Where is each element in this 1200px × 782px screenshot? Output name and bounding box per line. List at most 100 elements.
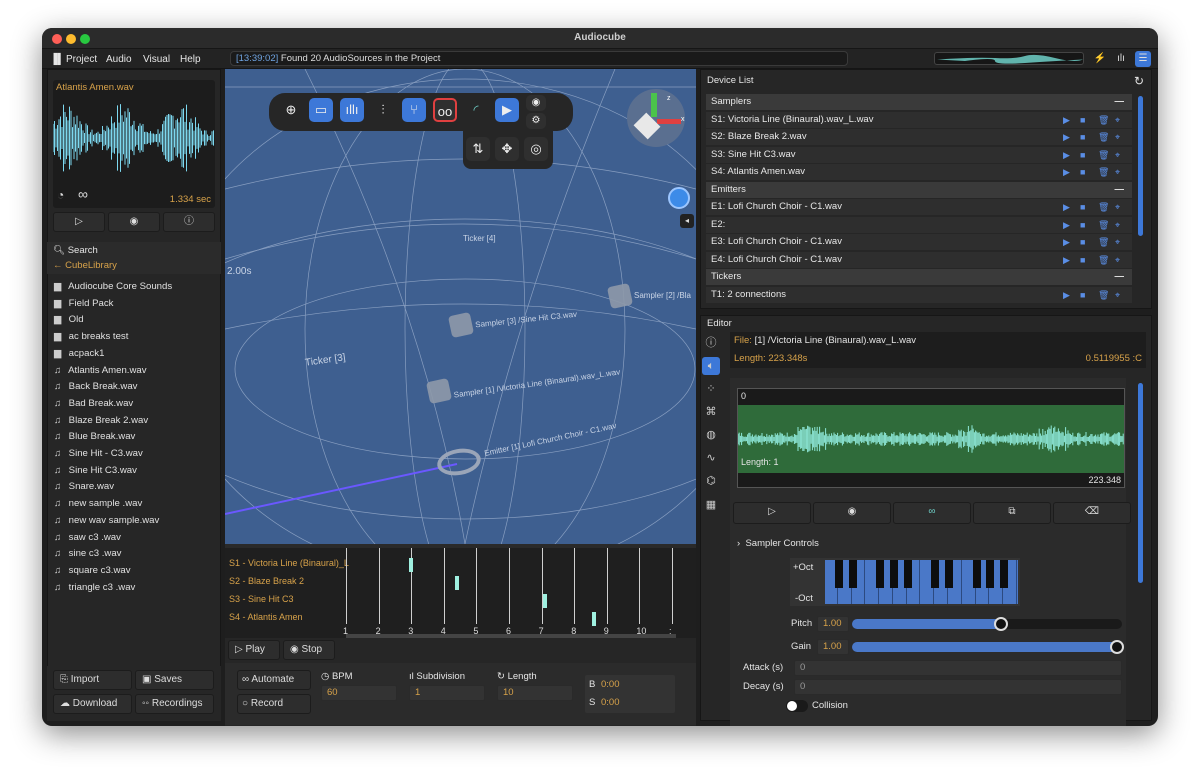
- download-button[interactable]: ☁ Download: [53, 694, 132, 714]
- play-icon[interactable]: ▶: [1063, 252, 1070, 268]
- library-file[interactable]: ♫ Bad Break.wav: [54, 398, 133, 414]
- antenna-icon[interactable]: ⌬: [702, 472, 720, 490]
- piano-black-key[interactable]: [834, 560, 843, 588]
- track-label-3[interactable]: S3 - Sine Hit C3: [229, 594, 294, 604]
- locate-icon[interactable]: ⌖: [1115, 112, 1120, 128]
- saves-button[interactable]: ▣ Saves: [135, 670, 214, 690]
- device-row[interactable]: T1: 2 connections ▶ ■ 🗑︎ ⌖: [706, 286, 1132, 303]
- device-row[interactable]: S4: Atlantis Amen.wav ▶ ■ 🗑︎ ⌖: [706, 164, 1132, 180]
- length-input[interactable]: 10: [497, 685, 573, 701]
- trash-icon[interactable]: 🗑︎: [1098, 199, 1109, 215]
- library-folder[interactable]: ▆ ac breaks test: [54, 331, 128, 347]
- octave-down-button[interactable]: -Oct: [795, 593, 813, 604]
- stop-icon[interactable]: ■: [1080, 112, 1085, 128]
- stop-icon[interactable]: ■: [1080, 199, 1085, 215]
- locate-icon[interactable]: ⌖: [1115, 164, 1120, 180]
- power-icon[interactable]: ⚡: [1092, 51, 1108, 67]
- piano-black-key[interactable]: [972, 560, 981, 588]
- network-icon[interactable]: ⑂: [402, 98, 426, 122]
- library-file[interactable]: ♫ Atlantis Amen.wav: [54, 365, 147, 381]
- menu-project[interactable]: Project: [66, 54, 97, 65]
- gain-slider-thumb[interactable]: [1109, 640, 1124, 654]
- collapse-minus-icon[interactable]: —: [1115, 182, 1125, 198]
- collapse-icon[interactable]: ◂: [680, 214, 694, 228]
- refresh-icon[interactable]: ↻: [1134, 74, 1144, 88]
- device-group-header[interactable]: Samplers —: [706, 94, 1132, 110]
- piano-black-key[interactable]: [1000, 560, 1009, 588]
- stop-icon[interactable]: ■: [1080, 147, 1085, 163]
- device-row[interactable]: E3: Lofi Church Choir - C1.wav ▶ ■ 🗑︎ ⌖: [706, 234, 1132, 250]
- search-field[interactable]: 🔍︎ Search: [53, 245, 98, 256]
- trash-icon[interactable]: 🗑︎: [1098, 112, 1109, 128]
- attack-input[interactable]: 0: [794, 660, 1122, 676]
- trash-icon[interactable]: 🗑︎: [1098, 287, 1109, 303]
- sequencer-note[interactable]: [454, 576, 459, 590]
- sequencer-note[interactable]: [542, 594, 547, 608]
- trash-icon[interactable]: 🗑︎: [1098, 164, 1109, 180]
- library-file[interactable]: ♫ Back Break.wav: [54, 381, 137, 397]
- locate-icon[interactable]: ⌖: [1115, 147, 1120, 163]
- locate-icon[interactable]: ⌖: [1115, 252, 1120, 268]
- device-group-header[interactable]: Tickers —: [706, 269, 1132, 285]
- import-button[interactable]: ⎘ Import: [53, 670, 132, 690]
- preview-stop-button[interactable]: ◉: [108, 212, 160, 232]
- audio-bars-icon[interactable]: ılı: [1113, 51, 1129, 67]
- device-row[interactable]: S1: Victoria Line (Binaural).wav_L.wav ▶ ■…: [706, 111, 1132, 128]
- editor-play-button[interactable]: ▷: [733, 502, 811, 524]
- sampler-3-cube[interactable]: [447, 311, 475, 339]
- track-label-2[interactable]: S2 - Blaze Break 2: [229, 576, 304, 586]
- trash-icon[interactable]: 🗑︎: [1098, 129, 1109, 145]
- play-icon[interactable]: ▶: [1063, 287, 1070, 303]
- stop-button[interactable]: ◉ Stop: [283, 640, 335, 660]
- loop-icon[interactable]: ∞: [78, 186, 88, 202]
- trash-icon[interactable]: 🗑︎: [1098, 217, 1109, 233]
- editor-copy-button[interactable]: ⧉: [973, 502, 1051, 524]
- pitch-slider-thumb[interactable]: [993, 617, 1008, 631]
- piano-black-key[interactable]: [986, 560, 995, 588]
- sequencer-grid[interactable]: 1 2 3 4 5 6 7 8 9 10:: [343, 548, 676, 638]
- subdivision-select[interactable]: 1: [409, 685, 485, 701]
- menu-visual[interactable]: Visual: [143, 54, 170, 65]
- library-file[interactable]: ♫ Sine Hit - C3.wav: [54, 448, 143, 464]
- piano-black-key[interactable]: [945, 560, 954, 588]
- camera-icon[interactable]: ▶: [495, 98, 519, 122]
- library-file[interactable]: ♫ triangle c3 .wav: [54, 582, 135, 598]
- menu-audio[interactable]: Audio: [106, 54, 132, 65]
- track-label-1[interactable]: S1 - Victoria Line (Binaural)_L: [229, 558, 349, 568]
- menu-list-icon[interactable]: ☰: [1135, 51, 1151, 67]
- play-icon[interactable]: ▶: [1063, 199, 1070, 215]
- gear-icon[interactable]: ⚙: [526, 113, 546, 129]
- vertical-arrows-icon[interactable]: ⇅: [466, 137, 490, 161]
- library-file[interactable]: ♫ square c3.wav: [54, 565, 131, 581]
- locate-icon[interactable]: ⌖: [1115, 234, 1120, 250]
- stop-icon[interactable]: ■: [1080, 164, 1085, 180]
- 3d-viewport[interactable]: Ticker [4] 2.00s Ticker [3] Sampler [2] …: [225, 69, 696, 544]
- library-file[interactable]: ♫ sine c3 .wav: [54, 548, 121, 564]
- record-tape-icon[interactable]: oo: [433, 98, 457, 122]
- library-folder[interactable]: ▆ acpack1: [54, 348, 104, 364]
- track-label-4[interactable]: S4 - Atlantis Amen: [229, 612, 303, 622]
- sequencer-note[interactable]: [409, 558, 414, 572]
- library-back-link[interactable]: ← CubeLibrary: [53, 260, 117, 271]
- stop-icon[interactable]: ■: [1080, 217, 1085, 233]
- library-file[interactable]: ♫ Sine Hit C3.wav: [54, 465, 137, 481]
- scatter-icon[interactable]: ⁘: [702, 380, 720, 398]
- pitch-slider[interactable]: [852, 617, 1122, 631]
- collapse-minus-icon[interactable]: —: [1115, 269, 1125, 285]
- target-icon[interactable]: ◉: [526, 95, 546, 111]
- play-button[interactable]: ▷ Play: [228, 640, 280, 660]
- editor-scrollbar[interactable]: [1138, 383, 1143, 583]
- editor-loop-button[interactable]: ∞: [893, 502, 971, 524]
- automate-button[interactable]: ∞ Automate: [237, 670, 311, 690]
- speaker-icon[interactable]: 🔈︎: [702, 357, 720, 375]
- piano-black-key[interactable]: [848, 560, 857, 588]
- play-icon[interactable]: ▶: [1063, 112, 1070, 128]
- editor-stop-button[interactable]: ◉: [813, 502, 891, 524]
- piano-black-key[interactable]: [931, 560, 940, 588]
- device-list-scrollbar[interactable]: [1138, 96, 1143, 236]
- eye-icon[interactable]: ◎: [524, 137, 548, 161]
- play-icon[interactable]: ▶: [1063, 217, 1070, 233]
- waveform-icon[interactable]: ıllı: [340, 98, 364, 122]
- library-file[interactable]: ♫ saw c3 .wav: [54, 532, 121, 548]
- collision-toggle[interactable]: [786, 700, 808, 712]
